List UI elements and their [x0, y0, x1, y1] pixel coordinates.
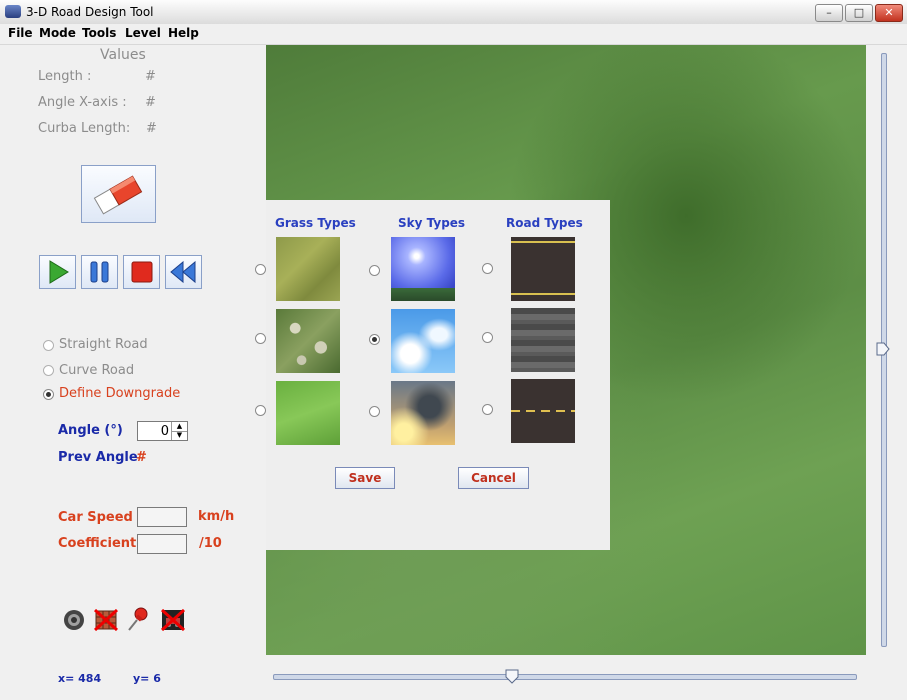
curba-length-label: Curba Length: — [38, 121, 131, 136]
play-icon — [49, 260, 69, 284]
save-button[interactable]: Save — [335, 467, 395, 489]
grass-types-heading: Grass Types — [275, 216, 356, 230]
angle-label: Angle (°) — [58, 423, 123, 438]
road-radio-1[interactable] — [482, 263, 493, 274]
rewind-button[interactable] — [165, 255, 202, 289]
vertical-slider-thumb[interactable] — [876, 342, 890, 356]
prev-angle-label: Prev Angle — [58, 450, 138, 465]
length-label: Length : — [38, 69, 92, 84]
angle-x-value: # — [145, 95, 156, 110]
coefficient-label: Coefficient — [58, 536, 137, 551]
curve-road-label: Curve Road — [59, 363, 135, 378]
menu-help[interactable]: Help — [168, 26, 199, 40]
sky-radio-1[interactable] — [369, 265, 380, 276]
pin-icon[interactable] — [126, 606, 150, 632]
sky-types-heading: Sky Types — [398, 216, 466, 230]
grass-radio-2[interactable] — [255, 333, 266, 344]
menu-bar: File Mode Tools Level Help — [0, 24, 907, 45]
road-center-dashes — [511, 410, 575, 412]
length-value: # — [145, 69, 156, 84]
title-bar: 3-D Road Design Tool – □ ✕ — [0, 0, 907, 25]
car-speed-label: Car Speed — [58, 510, 133, 525]
values-heading: Values — [100, 47, 146, 63]
curba-length-value: # — [146, 121, 157, 136]
sky-texture-3[interactable] — [391, 381, 455, 445]
grass-texture-3[interactable] — [276, 381, 340, 445]
texture-dialog: Grass Types Sky Types Road Types Save Ca… — [255, 200, 610, 550]
define-downgrade-radio[interactable] — [43, 389, 54, 400]
angle-value: 0 — [160, 424, 169, 439]
play-button[interactable] — [39, 255, 76, 289]
rewind-icon — [170, 260, 196, 284]
close-button[interactable]: ✕ — [875, 4, 903, 22]
grass-radio-1[interactable] — [255, 264, 266, 275]
curve-road-radio[interactable] — [43, 365, 54, 376]
sky-texture-2[interactable] — [391, 309, 455, 373]
angle-spinner[interactable]: 0 ▲ ▼ — [137, 421, 188, 441]
grass-texture-2[interactable] — [276, 309, 340, 373]
car-speed-input[interactable] — [137, 507, 187, 527]
spinner-down-icon[interactable]: ▼ — [171, 431, 187, 440]
road-edge-line-top — [511, 241, 575, 243]
sky-horizon-1 — [391, 288, 455, 301]
pause-button[interactable] — [81, 255, 118, 289]
road-texture-3[interactable] — [511, 379, 575, 443]
sky-radio-2[interactable] — [369, 334, 380, 345]
speaker-icon[interactable] — [62, 608, 86, 632]
angle-x-label: Angle X-axis : — [38, 95, 127, 110]
road-texture-1[interactable] — [511, 237, 575, 301]
prev-angle-value: # — [136, 450, 147, 465]
road-radio-3[interactable] — [482, 404, 493, 415]
window-title: 3-D Road Design Tool — [26, 5, 154, 19]
horizontal-slider-track[interactable] — [273, 674, 857, 680]
road-types-heading: Road Types — [506, 216, 583, 230]
define-downgrade-label: Define Downgrade — [59, 386, 181, 401]
maximize-button[interactable]: □ — [845, 4, 873, 22]
menu-level[interactable]: Level — [125, 26, 161, 40]
eraser-icon — [93, 175, 143, 215]
pause-icon — [90, 261, 109, 283]
stop-button[interactable] — [123, 255, 160, 289]
grass-texture-1[interactable] — [276, 237, 340, 301]
straight-road-radio[interactable] — [43, 340, 54, 351]
menu-tools[interactable]: Tools — [82, 26, 116, 40]
road-edge-line-bottom — [511, 293, 575, 295]
road-texture-2[interactable] — [511, 308, 575, 372]
delete-grid-icon[interactable] — [94, 609, 118, 631]
coefficient-input[interactable] — [137, 534, 187, 554]
x-coordinate: x= 484 — [58, 672, 102, 685]
stop-icon — [131, 261, 153, 283]
horizontal-slider-thumb[interactable] — [505, 669, 519, 684]
car-speed-unit: km/h — [198, 509, 235, 524]
cancel-button[interactable]: Cancel — [458, 467, 529, 489]
road-radio-2[interactable] — [482, 332, 493, 343]
eraser-button[interactable] — [81, 165, 156, 223]
minimize-button[interactable]: – — [815, 4, 843, 22]
menu-file[interactable]: File — [8, 26, 33, 40]
y-coordinate: y= 6 — [133, 672, 161, 685]
sky-radio-3[interactable] — [369, 406, 380, 417]
grass-radio-3[interactable] — [255, 405, 266, 416]
menu-mode[interactable]: Mode — [39, 26, 76, 40]
no-car-icon[interactable] — [160, 608, 186, 632]
app-icon — [5, 5, 21, 18]
coefficient-unit: /10 — [199, 536, 222, 551]
straight-road-label: Straight Road — [59, 337, 148, 352]
